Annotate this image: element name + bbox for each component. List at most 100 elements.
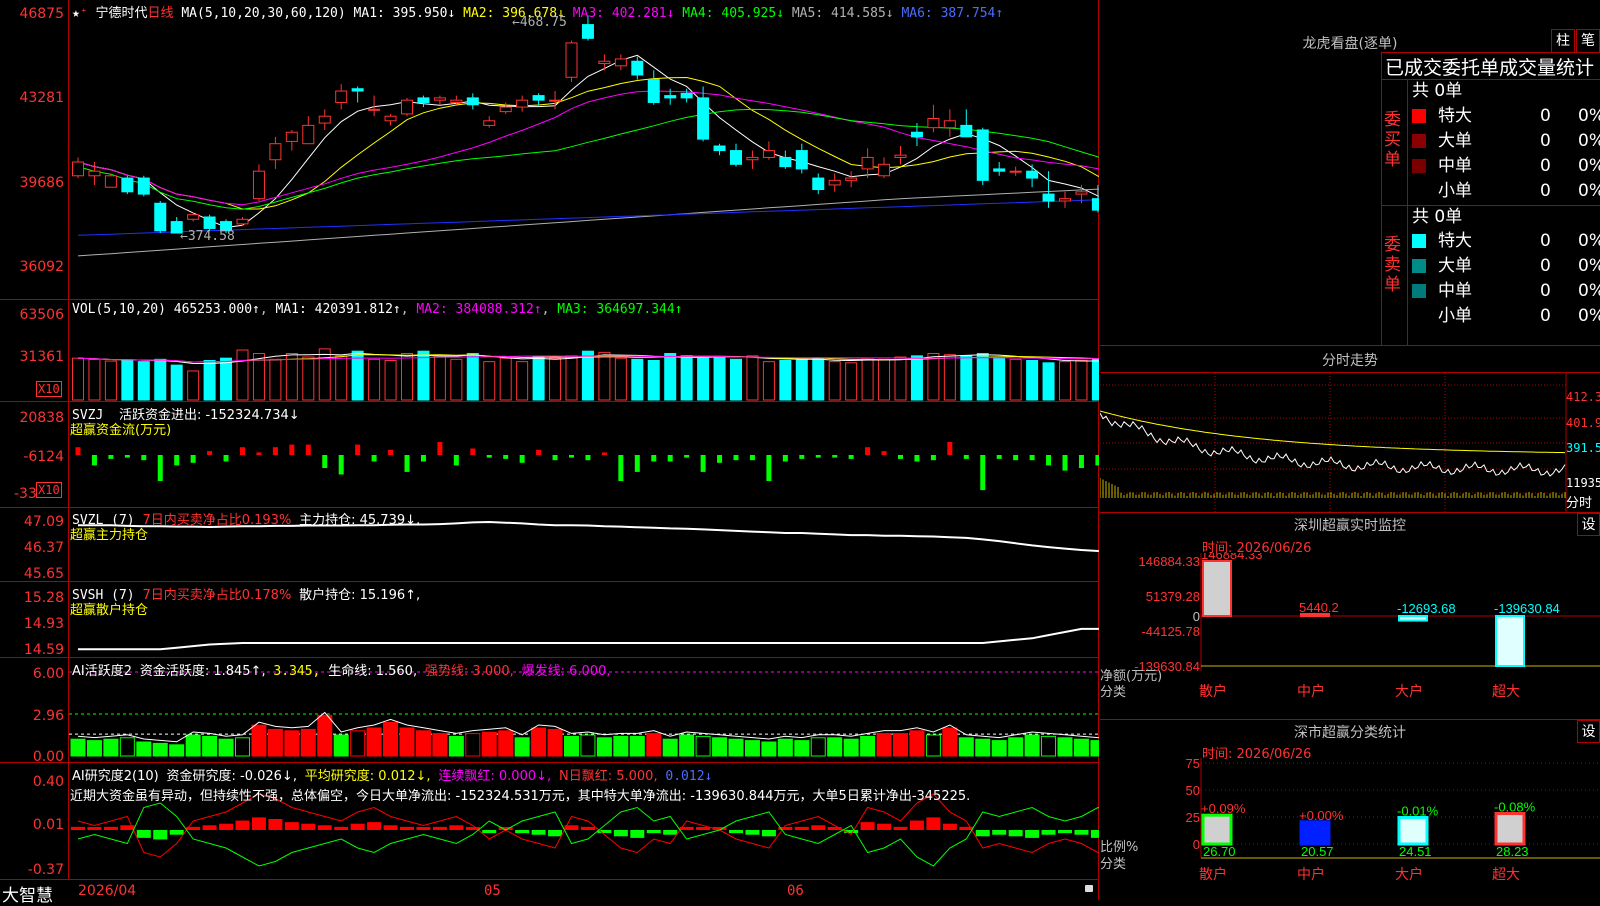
class-change-label: +0.00%	[1299, 808, 1344, 823]
ma3-value: MA3: 402.281↓	[572, 6, 675, 21]
activity-bar	[679, 734, 695, 757]
activity-bar	[613, 735, 629, 757]
flow-bar	[552, 455, 558, 461]
activity-bar	[925, 734, 941, 757]
activity-bar	[942, 727, 958, 757]
flow-bar	[1046, 455, 1052, 466]
volume-bar	[779, 359, 792, 401]
sz-y-tick: 51379.28	[1146, 589, 1200, 604]
class-settings-button[interactable]: 设	[1577, 720, 1600, 743]
activity-bar	[1024, 734, 1040, 757]
ma4-value: MA4: 405.925↓	[682, 6, 785, 21]
ai2-tick: 0.40	[32, 774, 64, 790]
vol-tick: 63506	[19, 307, 64, 323]
research-bar	[416, 827, 431, 830]
flow-bar	[963, 455, 969, 459]
class-pct-label: 26.70	[1203, 844, 1236, 859]
intraday-chart[interactable]	[1100, 373, 1600, 513]
lhb-swatch	[1412, 284, 1426, 298]
volume-bar	[960, 355, 973, 401]
activity-bar	[580, 734, 596, 757]
lhb-row-name: 特大	[1438, 106, 1472, 126]
volume-bar	[466, 353, 479, 401]
candle-body	[894, 154, 907, 158]
candle-body	[532, 95, 545, 101]
intraday-vol: 11935	[1566, 476, 1600, 490]
activity-bar	[761, 741, 777, 757]
lhb-row-name: 大单	[1438, 131, 1472, 151]
candle-body	[401, 99, 413, 115]
activity-bar	[860, 735, 876, 757]
research-bar	[860, 822, 875, 830]
flow-bar	[667, 455, 673, 462]
lhb-row-qty: 0	[1540, 131, 1551, 151]
volume-bar	[269, 358, 282, 401]
volume-bar	[828, 361, 841, 401]
period-label[interactable]: 日线	[148, 6, 174, 21]
class-xlabel: 分类	[1100, 857, 1126, 872]
flow-bar	[91, 455, 97, 466]
class-category: 中户	[1297, 866, 1325, 883]
flow-bar	[782, 455, 788, 462]
activity-bar	[596, 737, 612, 757]
candle-body	[943, 120, 956, 129]
volume-bar	[483, 361, 496, 401]
lhb-row-name: 中单	[1438, 281, 1472, 301]
tick-mode-button[interactable]: 笔	[1576, 29, 1600, 53]
volume-bar	[417, 350, 430, 401]
volume-bar	[730, 358, 742, 401]
flow-bar	[536, 449, 542, 455]
volume-bar	[104, 360, 117, 401]
research-bar	[1058, 830, 1072, 834]
lhb-row-pct: 0%	[1578, 156, 1600, 176]
flow-bar	[947, 442, 953, 455]
flow-bar	[733, 455, 739, 461]
lock-icon[interactable]	[1085, 885, 1093, 892]
flow-bar	[503, 455, 509, 459]
candle-body	[910, 131, 923, 138]
sz-bar	[1202, 560, 1232, 617]
volume-bar	[697, 357, 710, 401]
research-bar	[1074, 830, 1089, 835]
flow-bar	[569, 455, 574, 458]
flow-bar	[519, 455, 525, 463]
svsh-tick: 15.28	[23, 590, 64, 606]
sell-total: 共 0单	[1412, 207, 1463, 227]
activity-bar	[300, 728, 316, 757]
research-bar	[202, 825, 217, 830]
flow-bar	[486, 455, 492, 458]
flow-bar	[141, 455, 147, 461]
activity-bar	[169, 744, 185, 757]
ma5-value: MA5: 414.585↓	[791, 6, 894, 21]
sz-settings-button[interactable]: 设	[1577, 513, 1600, 536]
research-bar	[1090, 830, 1099, 838]
bar-mode-button[interactable]: 柱	[1551, 29, 1575, 53]
flow-bar	[453, 455, 459, 466]
ai-activity-header: AI活跃度2 资金活跃度: 1.845↑, 3.345, 生命线: 1.560,…	[72, 664, 611, 679]
lhb-row-qty: 0	[1540, 281, 1551, 301]
research-bar	[169, 830, 184, 835]
star-icon: ★	[72, 6, 80, 21]
activity-bar	[695, 735, 711, 757]
candle-body	[960, 124, 973, 138]
activity-bar	[465, 733, 481, 757]
activity-bar	[958, 737, 974, 757]
volume-bar	[976, 353, 989, 401]
candle-body	[104, 175, 117, 188]
date-start: 2026/04	[78, 883, 137, 899]
ma-label: MA(5,10,20,30,60,120)	[181, 6, 346, 21]
candle-body	[730, 150, 742, 165]
svzl-subtitle: 超赢主力持仓	[70, 528, 149, 543]
candle-body	[187, 214, 200, 220]
svsh-tick: 14.59	[23, 642, 64, 658]
flow-bar	[174, 455, 180, 466]
volume-bar	[335, 355, 348, 401]
candle-body	[861, 156, 874, 170]
research-bar	[284, 822, 299, 830]
sz-xlabel: 分类	[1100, 685, 1126, 700]
class-stats-chart: 75 50 25 0 +0.09% 26.70 散户 +0.00% 20.57 中户 -0.01% 2…	[1100, 758, 1600, 883]
flow-bar	[996, 455, 1002, 459]
flow-bar	[272, 447, 278, 455]
candle-body	[236, 218, 249, 225]
class-pct-label: 28.23	[1496, 844, 1529, 859]
